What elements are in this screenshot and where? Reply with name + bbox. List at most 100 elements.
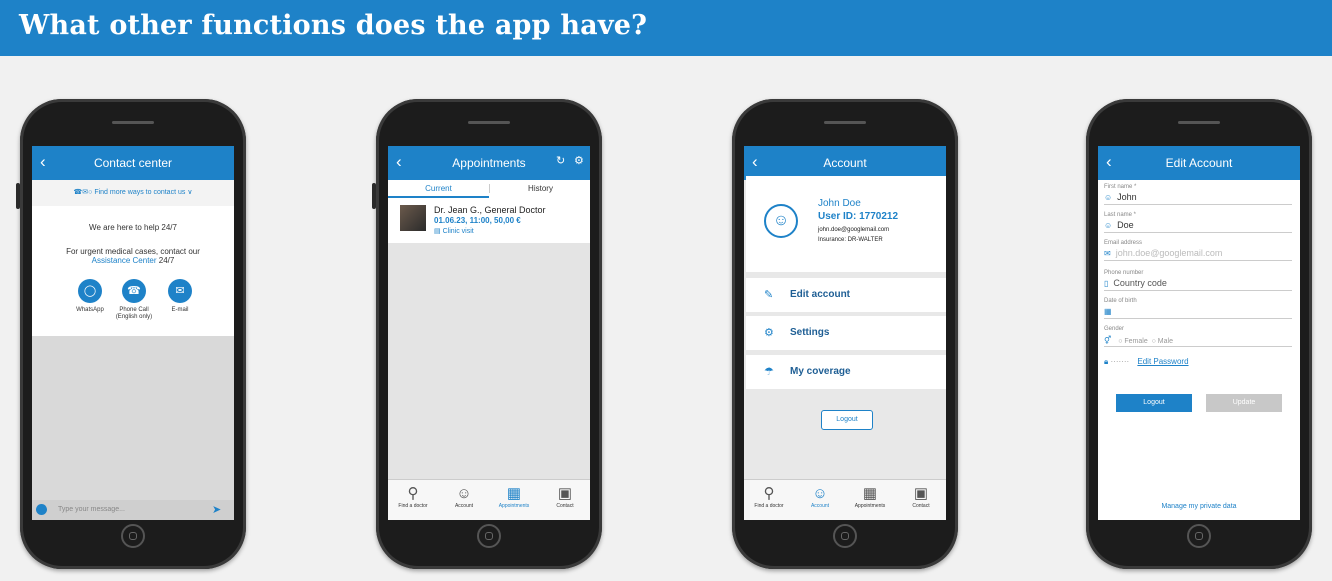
screen-title: Contact center xyxy=(93,156,173,170)
phone-field[interactable]: Phone number ▯ Country code xyxy=(1104,270,1292,291)
contact-card: We are here to help 24/7 For urgent medi… xyxy=(32,206,234,336)
calendar-icon: ▦ xyxy=(1104,307,1112,316)
speaker xyxy=(824,121,866,124)
nav-find-doctor[interactable]: ⚲ Find a doctor xyxy=(388,484,438,509)
dob-field[interactable]: Date of birth ▦ xyxy=(1104,298,1292,319)
send-icon[interactable]: ➤ xyxy=(212,503,221,516)
profile-insurance: Insurance: DR-WALTER xyxy=(818,237,883,243)
home-button xyxy=(477,524,501,548)
email-value: john.doe@googlemail.com xyxy=(1115,248,1223,258)
chat-icon: ▣ xyxy=(913,485,929,502)
phone-appointments: ‹ Appointments ↻ ⚙ Current History Dr. J… xyxy=(372,99,602,569)
bottom-nav: ⚲ Find a doctor ☺ Account ▦ Appointments ▣ C… xyxy=(744,479,946,520)
lock-icon: 🔒︎ xyxy=(1104,357,1109,366)
whatsapp-label: WhatsApp xyxy=(76,307,104,313)
phone-call-label: Phone Call xyxy=(119,307,149,313)
last-name-field[interactable]: Last name * ☺ Doe xyxy=(1104,212,1292,233)
email-label: Email address xyxy=(1104,240,1143,246)
menu-settings[interactable]: ⚙ Settings xyxy=(746,316,946,350)
male-radio[interactable]: ○ Male xyxy=(1152,338,1173,345)
chat-area xyxy=(32,336,234,500)
whatsapp-button[interactable]: ◯ xyxy=(78,279,102,303)
app-header: ‹ Account xyxy=(744,146,946,180)
home-button xyxy=(1187,524,1211,548)
nav-appointments[interactable]: ▦ Appointments xyxy=(845,484,895,509)
calendar-icon: ▦ xyxy=(506,485,522,502)
doctor-photo xyxy=(400,205,426,231)
email-field[interactable]: Email address ✉ john.doe@googlemail.com xyxy=(1104,240,1292,261)
appointments-list-bg xyxy=(388,243,590,479)
tab-bar: Current History xyxy=(388,180,590,199)
appointment-item[interactable]: Dr. Jean G., General Doctor 01.06.23, 11… xyxy=(388,198,590,244)
chevron-down-icon: ∨ xyxy=(187,189,193,196)
edit-password-link[interactable]: Edit Password xyxy=(1137,357,1188,366)
app-header: ‹ Appointments ↻ ⚙ xyxy=(388,146,590,180)
urgent-line-2: Assistance Center 24/7 xyxy=(32,256,234,265)
more-ways-bar[interactable]: ☎✉○ Find more ways to contact us ∨ xyxy=(32,180,234,207)
gear-icon[interactable]: ⚙ xyxy=(574,154,584,167)
help-text: We are here to help 24/7 xyxy=(89,223,177,232)
female-radio[interactable]: ○ Female xyxy=(1118,338,1148,345)
message-input[interactable]: Type your message... xyxy=(58,506,125,513)
profile-card: ☺ John Doe User ID: 1770212 john.doe@goo… xyxy=(746,176,946,272)
menu-my-coverage[interactable]: ☂ My coverage xyxy=(746,355,946,389)
nav-contact[interactable]: ▣ Contact xyxy=(896,484,946,509)
screen-title: Account xyxy=(823,156,867,170)
phone-account: ‹ Account ☺ John Doe User ID: 1770212 jo… xyxy=(732,99,958,569)
whatsapp-icon: ◯ xyxy=(83,285,97,297)
chat-icon: ▣ xyxy=(557,485,573,502)
attach-icon[interactable] xyxy=(36,504,47,515)
gender-field: Gender ⚥ ○ Female ○ Male xyxy=(1104,326,1292,347)
gear-icon: ⚙ xyxy=(764,327,774,339)
screen: ‹ Account ☺ John Doe User ID: 1770212 jo… xyxy=(744,146,946,520)
user-icon: ☺ xyxy=(812,485,828,502)
menu-label: My coverage xyxy=(790,366,851,377)
logout-button[interactable]: Logout xyxy=(821,410,873,430)
contact-icons: ☎✉○ xyxy=(73,189,93,196)
nav-find-doctor[interactable]: ⚲ Find a doctor xyxy=(744,484,794,509)
password-mask: ······· xyxy=(1110,357,1130,366)
menu-edit-account[interactable]: ✎ Edit account xyxy=(746,278,946,312)
umbrella-icon: ☂ xyxy=(764,366,774,378)
tab-current[interactable]: Current xyxy=(388,184,489,193)
country-code-placeholder: Country code xyxy=(1113,278,1167,288)
nav-appointments[interactable]: ▦ Appointments xyxy=(489,484,539,509)
menu-label: Settings xyxy=(790,327,830,338)
speaker xyxy=(468,121,510,124)
edit-icon: ✎ xyxy=(764,289,774,301)
refresh-icon[interactable]: ↻ xyxy=(556,154,565,167)
first-name-field[interactable]: First name * ☺ John xyxy=(1104,184,1292,205)
menu-label: Edit account xyxy=(790,289,851,300)
assistance-center-link[interactable]: Assistance Center xyxy=(92,256,157,265)
profile-user-id: User ID: 1770212 xyxy=(818,211,899,222)
tab-history[interactable]: History xyxy=(489,184,590,193)
phone-call-button[interactable]: ☎ xyxy=(122,279,146,303)
last-name-value: Doe xyxy=(1117,220,1134,230)
nav-contact[interactable]: ▣ Contact xyxy=(540,484,590,509)
screen: ‹ Appointments ↻ ⚙ Current History Dr. J… xyxy=(388,146,590,520)
manage-private-data-link[interactable]: Manage my private data xyxy=(1098,503,1300,510)
last-name-label: Last name * xyxy=(1104,212,1137,218)
app-header: ‹ Contact center xyxy=(32,146,234,180)
speaker xyxy=(112,121,154,124)
profile-name: John Doe xyxy=(818,198,861,209)
password-row: 🔒︎ ······· Edit Password xyxy=(1104,357,1189,367)
email-button[interactable]: ✉ xyxy=(168,279,192,303)
dob-label: Date of birth xyxy=(1104,298,1137,304)
banner-title: What other functions does the app have? xyxy=(19,10,648,41)
appointment-type: ▤ Clinic visit xyxy=(434,227,474,235)
phone-icon: ▯ xyxy=(1104,279,1109,288)
phone-label: Phone number xyxy=(1104,270,1144,276)
nav-account[interactable]: ☺ Account xyxy=(439,484,489,509)
user-icon: ☺ xyxy=(456,485,472,502)
update-button[interactable]: Update xyxy=(1206,394,1282,412)
logout-button[interactable]: Logout xyxy=(1116,394,1192,412)
urgent-text: For urgent medical cases, contact our xyxy=(66,247,200,256)
nav-account[interactable]: ☺ Account xyxy=(795,484,845,509)
more-ways-link[interactable]: Find more ways to contact us xyxy=(94,189,185,196)
message-bar: Type your message... ➤ xyxy=(32,500,234,520)
gender-label: Gender xyxy=(1104,326,1125,332)
home-button xyxy=(833,524,857,548)
home-button xyxy=(121,524,145,548)
phone-edit-account: ‹ Edit Account First name * ☺ John Last n… xyxy=(1086,99,1312,569)
